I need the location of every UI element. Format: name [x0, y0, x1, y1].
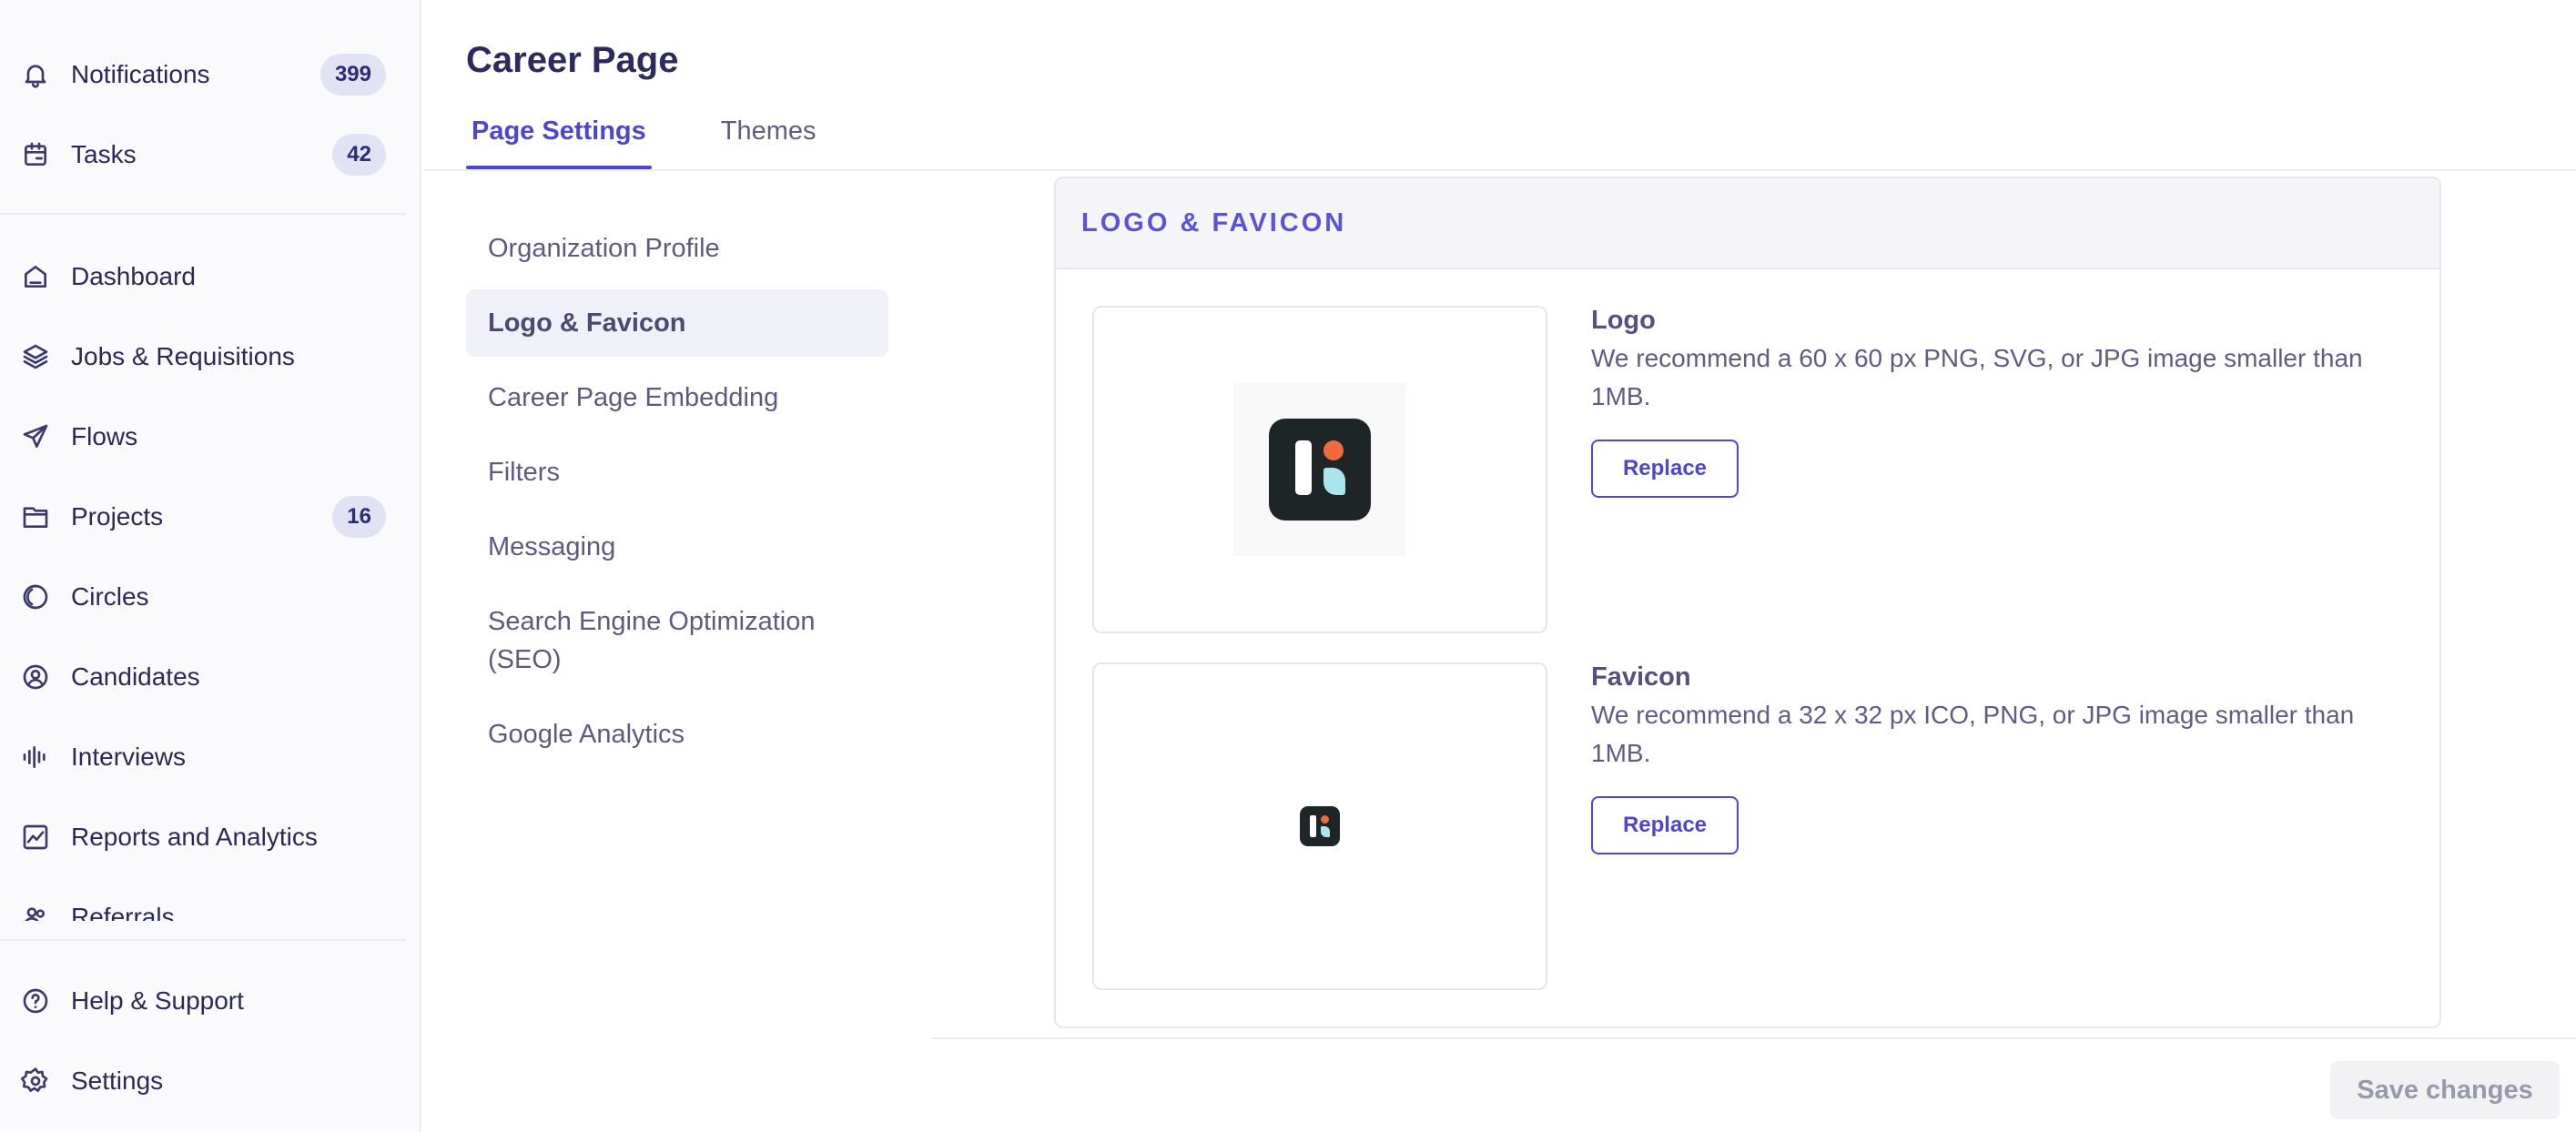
sidebar: Notifications 399 Tasks 42 Dashboard Job… [0, 0, 421, 1132]
sidebar-item-interviews[interactable]: Interviews [0, 730, 401, 784]
sidebar-item-label: Notifications [71, 60, 210, 88]
help-icon [20, 985, 51, 1016]
tab-themes[interactable]: Themes [715, 116, 822, 169]
logo-image [1233, 383, 1406, 556]
header-divider [423, 169, 2576, 171]
circles-icon [20, 581, 51, 612]
sidebar-item-jobs[interactable]: Jobs & Requisitions [0, 329, 401, 384]
subnav-item-logo-favicon[interactable]: Logo & Favicon [466, 289, 888, 357]
sidebar-item-label: Help & Support [71, 986, 244, 1015]
sidebar-item-label: Jobs & Requisitions [71, 342, 295, 370]
favicon-preview [1092, 662, 1547, 990]
logo-preview [1092, 306, 1547, 633]
sidebar-item-settings[interactable]: Settings [0, 1054, 401, 1108]
company-logo [1269, 419, 1371, 521]
logo-info: Logo We recommend a 60 x 60 px PNG, SVG,… [1591, 306, 2419, 498]
folder-icon [20, 501, 51, 532]
sidebar-item-label: Flows [71, 422, 138, 450]
card-header: LOGO & FAVICON [1056, 178, 2439, 269]
save-changes-button[interactable]: Save changes [2330, 1061, 2560, 1119]
sidebar-item-projects[interactable]: Projects 16 [0, 490, 401, 544]
sidebar-divider [0, 939, 406, 941]
home-icon [20, 261, 51, 292]
replace-logo-button[interactable]: Replace [1591, 440, 1739, 498]
sidebar-item-label: Referrals [71, 903, 175, 921]
bell-icon [20, 59, 51, 90]
projects-count-badge: 16 [332, 496, 386, 538]
chart-icon [20, 822, 51, 853]
sidebar-nav-list[interactable]: Dashboard Jobs & Requisitions Flows Proj… [0, 227, 406, 921]
subnav-item-messaging[interactable]: Messaging [466, 528, 888, 566]
referrals-icon [20, 902, 51, 921]
user-circle-icon [20, 662, 51, 692]
page-title: Career Page [466, 40, 679, 80]
sidebar-item-label: Circles [71, 582, 149, 611]
sidebar-item-label: Candidates [71, 662, 200, 691]
sidebar-item-label: Interviews [71, 743, 187, 771]
sidebar-item-circles[interactable]: Circles [0, 570, 401, 624]
sidebar-item-help[interactable]: Help & Support [0, 974, 401, 1028]
favicon-description: We recommend a 32 x 32 px ICO, PNG, or J… [1591, 701, 2355, 767]
footer-divider [932, 1037, 2576, 1039]
send-icon [20, 421, 51, 452]
replace-favicon-button[interactable]: Replace [1591, 796, 1739, 854]
subnav-item-organization-profile[interactable]: Organization Profile [466, 229, 888, 268]
section-title: LOGO & FAVICON [1081, 207, 1347, 238]
sidebar-item-notifications[interactable]: Notifications 399 [0, 47, 401, 102]
subnav-item-career-page-embedding[interactable]: Career Page Embedding [466, 379, 888, 417]
sidebar-item-label: Reports and Analytics [71, 823, 318, 851]
subnav-item-google-analytics[interactable]: Google Analytics [466, 715, 888, 753]
page-tabs: Page Settings Themes [466, 116, 886, 169]
tab-page-settings[interactable]: Page Settings [466, 116, 652, 169]
sidebar-item-tasks[interactable]: Tasks 42 [0, 127, 401, 182]
logo-description: We recommend a 60 x 60 px PNG, SVG, or J… [1591, 344, 2363, 410]
sidebar-item-flows[interactable]: Flows [0, 409, 401, 464]
sidebar-item-label: Settings [71, 1066, 164, 1095]
gear-icon [20, 1066, 51, 1097]
task-count-badge: 42 [332, 134, 386, 176]
notification-count-badge: 399 [319, 54, 386, 96]
favicon-info: Favicon We recommend a 32 x 32 px ICO, P… [1591, 662, 2419, 854]
sidebar-item-dashboard[interactable]: Dashboard [0, 249, 401, 304]
sidebar-item-reports[interactable]: Reports and Analytics [0, 810, 401, 864]
sidebar-item-referrals[interactable]: Referrals [0, 890, 401, 921]
company-favicon [1300, 806, 1340, 846]
sidebar-divider [0, 213, 406, 215]
subnav-item-seo[interactable]: Search Engine Optimization (SEO) [466, 602, 888, 679]
sidebar-item-label: Tasks [71, 140, 137, 168]
waveform-icon [20, 742, 51, 773]
subnav-item-filters[interactable]: Filters [466, 453, 888, 491]
sidebar-item-label: Projects [71, 502, 164, 531]
favicon-title: Favicon [1591, 662, 1691, 692]
calendar-icon [20, 139, 51, 170]
sidebar-item-label: Dashboard [71, 262, 196, 290]
sidebar-item-candidates[interactable]: Candidates [0, 650, 401, 704]
layers-icon [20, 341, 51, 372]
logo-title: Logo [1591, 306, 1656, 335]
logo-favicon-card: LOGO & FAVICON Logo We recommend a 60 x … [1054, 177, 2441, 1028]
